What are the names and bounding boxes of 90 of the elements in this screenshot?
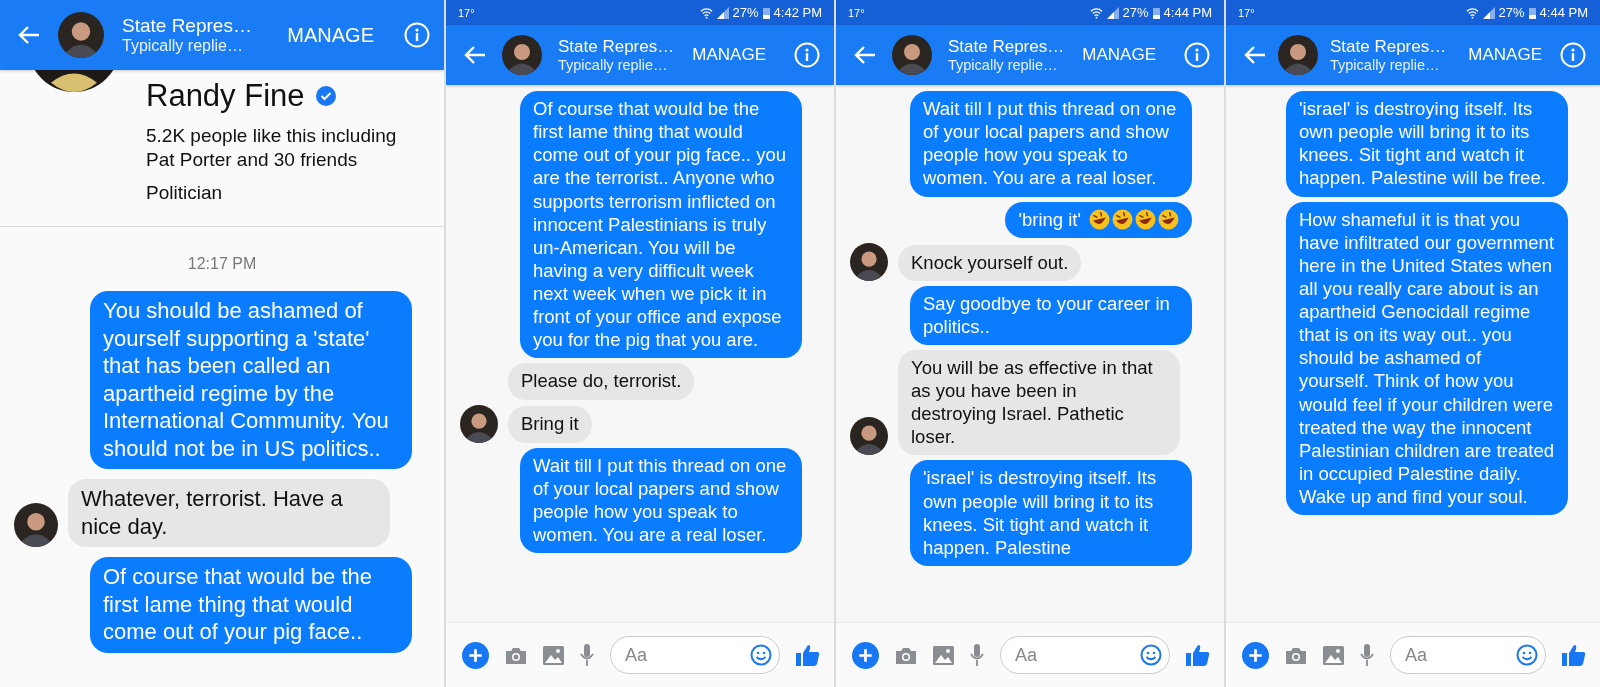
manage-button[interactable]: MANAGE <box>690 41 768 69</box>
avatar <box>58 12 104 58</box>
info-icon[interactable] <box>404 22 430 48</box>
emoji-icon[interactable] <box>1140 644 1162 666</box>
clock: 4:42 PM <box>773 5 822 20</box>
signal-icon <box>716 6 729 19</box>
sent-message: Say goodbye to your career in politics.. <box>910 285 1192 345</box>
chat-subtitle: Typically replie… <box>558 57 669 73</box>
microphone-icon[interactable] <box>580 644 594 666</box>
avatar <box>892 35 932 75</box>
camera-icon[interactable] <box>895 645 917 665</box>
sent-message: Of course that would be the first lame thing that would come out of your pig face.. <box>90 557 412 653</box>
sent-message: You should be ashamed of yourself supporting a 'state' that has been called an apartheid regime by the International Community. You should not be in US politics.. <box>90 291 412 469</box>
sent-message: 'israel' is destroying itself. Its own people will bring it to its knees. Sit tight and watch it happen. Palestine will be free. <box>1286 91 1568 197</box>
back-arrow-icon[interactable] <box>464 45 486 65</box>
message-field[interactable]: Aa <box>610 636 780 674</box>
battery-icon <box>762 6 770 19</box>
temperature: 17° <box>1238 6 1255 19</box>
avatar <box>850 417 888 456</box>
received-message: Bring it <box>508 406 592 443</box>
microphone-icon[interactable] <box>970 644 984 666</box>
sent-message: Wait till I put this thread on one of your local papers and show people how you speak to women. You are a real loser. <box>910 91 1192 197</box>
plus-icon[interactable] <box>852 641 879 669</box>
battery-icon <box>1152 6 1160 19</box>
thumbs-up-icon[interactable] <box>1186 643 1210 667</box>
signal-icon <box>1106 6 1119 19</box>
received-message: You will be as effective in that as you have been in destroying Israel. Pathetic loser. <box>898 349 1180 456</box>
wifi-icon <box>699 6 713 19</box>
timestamp: 12:17 PM <box>187 255 257 273</box>
laughing-face-icon <box>1089 208 1110 230</box>
laughing-face-icon <box>1112 208 1133 230</box>
thumbs-up-icon[interactable] <box>1562 643 1586 667</box>
clock: 4:44 PM <box>1539 5 1588 20</box>
info-icon[interactable] <box>794 42 820 68</box>
avatar <box>502 35 542 75</box>
sent-message: How shameful it is that you have infiltrated our government here in the United States when all you really care about is an apartheid Genocidall regime that is on its way out.. you should be ashamed of yourself. Think of how you would feel if your children were treated the way the innocent Palestinian children are treated in occupied Palestine daily. Wake up and find your soul. <box>1286 201 1568 516</box>
profile-category: Politician <box>146 182 224 204</box>
info-icon[interactable] <box>1560 42 1586 68</box>
received-message: Whatever, terrorist. Have a nice day. <box>68 479 390 547</box>
clock: 4:44 PM <box>1163 5 1212 20</box>
wifi-icon <box>1089 6 1103 19</box>
camera-icon[interactable] <box>505 645 527 665</box>
image-icon[interactable] <box>1323 645 1344 665</box>
manage-button[interactable]: MANAGE <box>1080 41 1158 69</box>
sent-message: 'israel' is destroying itself. Its own people will bring it to its knees. Sit tight and watch it happen. Palestine <box>910 460 1192 566</box>
profile-name: Randy Fine <box>146 78 305 114</box>
thumbs-up-icon[interactable] <box>796 643 820 667</box>
wifi-icon <box>1465 6 1479 19</box>
chat-subtitle: Typically replie… <box>1330 57 1441 73</box>
received-message: Knock yourself out. <box>898 244 1082 281</box>
microphone-icon[interactable] <box>1360 644 1374 666</box>
chat-subtitle: Typically replie… <box>122 37 244 55</box>
sent-message: Wait till I put this thread on one of your local papers and show people how you speak to women. You are a real loser. <box>520 447 802 553</box>
laughing-face-icon <box>1158 208 1179 230</box>
back-arrow-icon[interactable] <box>854 45 876 65</box>
chat-title: State Repres… <box>1330 37 1448 57</box>
battery-percent: 27% <box>1122 5 1149 20</box>
message-field[interactable]: Aa <box>1390 636 1546 674</box>
camera-icon[interactable] <box>1285 645 1307 665</box>
sent-message: 'bring it' <box>1005 201 1192 238</box>
chat-title: State Repres… <box>948 37 1065 57</box>
manage-button[interactable]: MANAGE <box>285 19 376 51</box>
laughing-face-icon <box>1135 208 1156 230</box>
profile-likes: 5.2K people like this including Pat Porter and 30 friends <box>146 124 398 172</box>
chat-title: State Repres… <box>558 37 675 57</box>
emoji-icon[interactable] <box>750 644 772 666</box>
plus-icon[interactable] <box>1242 641 1269 669</box>
back-arrow-icon[interactable] <box>18 25 40 45</box>
avatar <box>460 404 498 443</box>
image-icon[interactable] <box>933 645 954 665</box>
plus-icon[interactable] <box>462 641 489 669</box>
avatar <box>850 242 888 281</box>
temperature: 17° <box>458 6 475 19</box>
chat-title: State Repres… <box>122 15 253 37</box>
avatar <box>14 503 58 547</box>
battery-percent: 27% <box>732 5 759 20</box>
battery-icon <box>1528 6 1536 19</box>
avatar <box>1278 35 1318 75</box>
back-arrow-icon[interactable] <box>1244 45 1266 65</box>
emoji-icon[interactable] <box>1516 644 1538 666</box>
sent-message: Of course that would be the first lame thing that would come out of your pig face.. you are the terrorist.. Anyone who supports terrorism inflicted on innocent Palestinians is truly un-American. You will be having a very difficult week next week when we pick it in front of your office and expose you for the pig that you are. <box>520 91 802 359</box>
info-icon[interactable] <box>1184 42 1210 68</box>
message-field[interactable]: Aa <box>1000 636 1170 674</box>
signal-icon <box>1482 6 1495 19</box>
received-message: Please do, terrorist. <box>508 363 695 400</box>
chat-subtitle: Typically replie… <box>948 57 1059 73</box>
image-icon[interactable] <box>543 645 564 665</box>
temperature: 17° <box>848 6 865 19</box>
battery-percent: 27% <box>1498 5 1525 20</box>
manage-button[interactable]: MANAGE <box>1466 41 1544 69</box>
